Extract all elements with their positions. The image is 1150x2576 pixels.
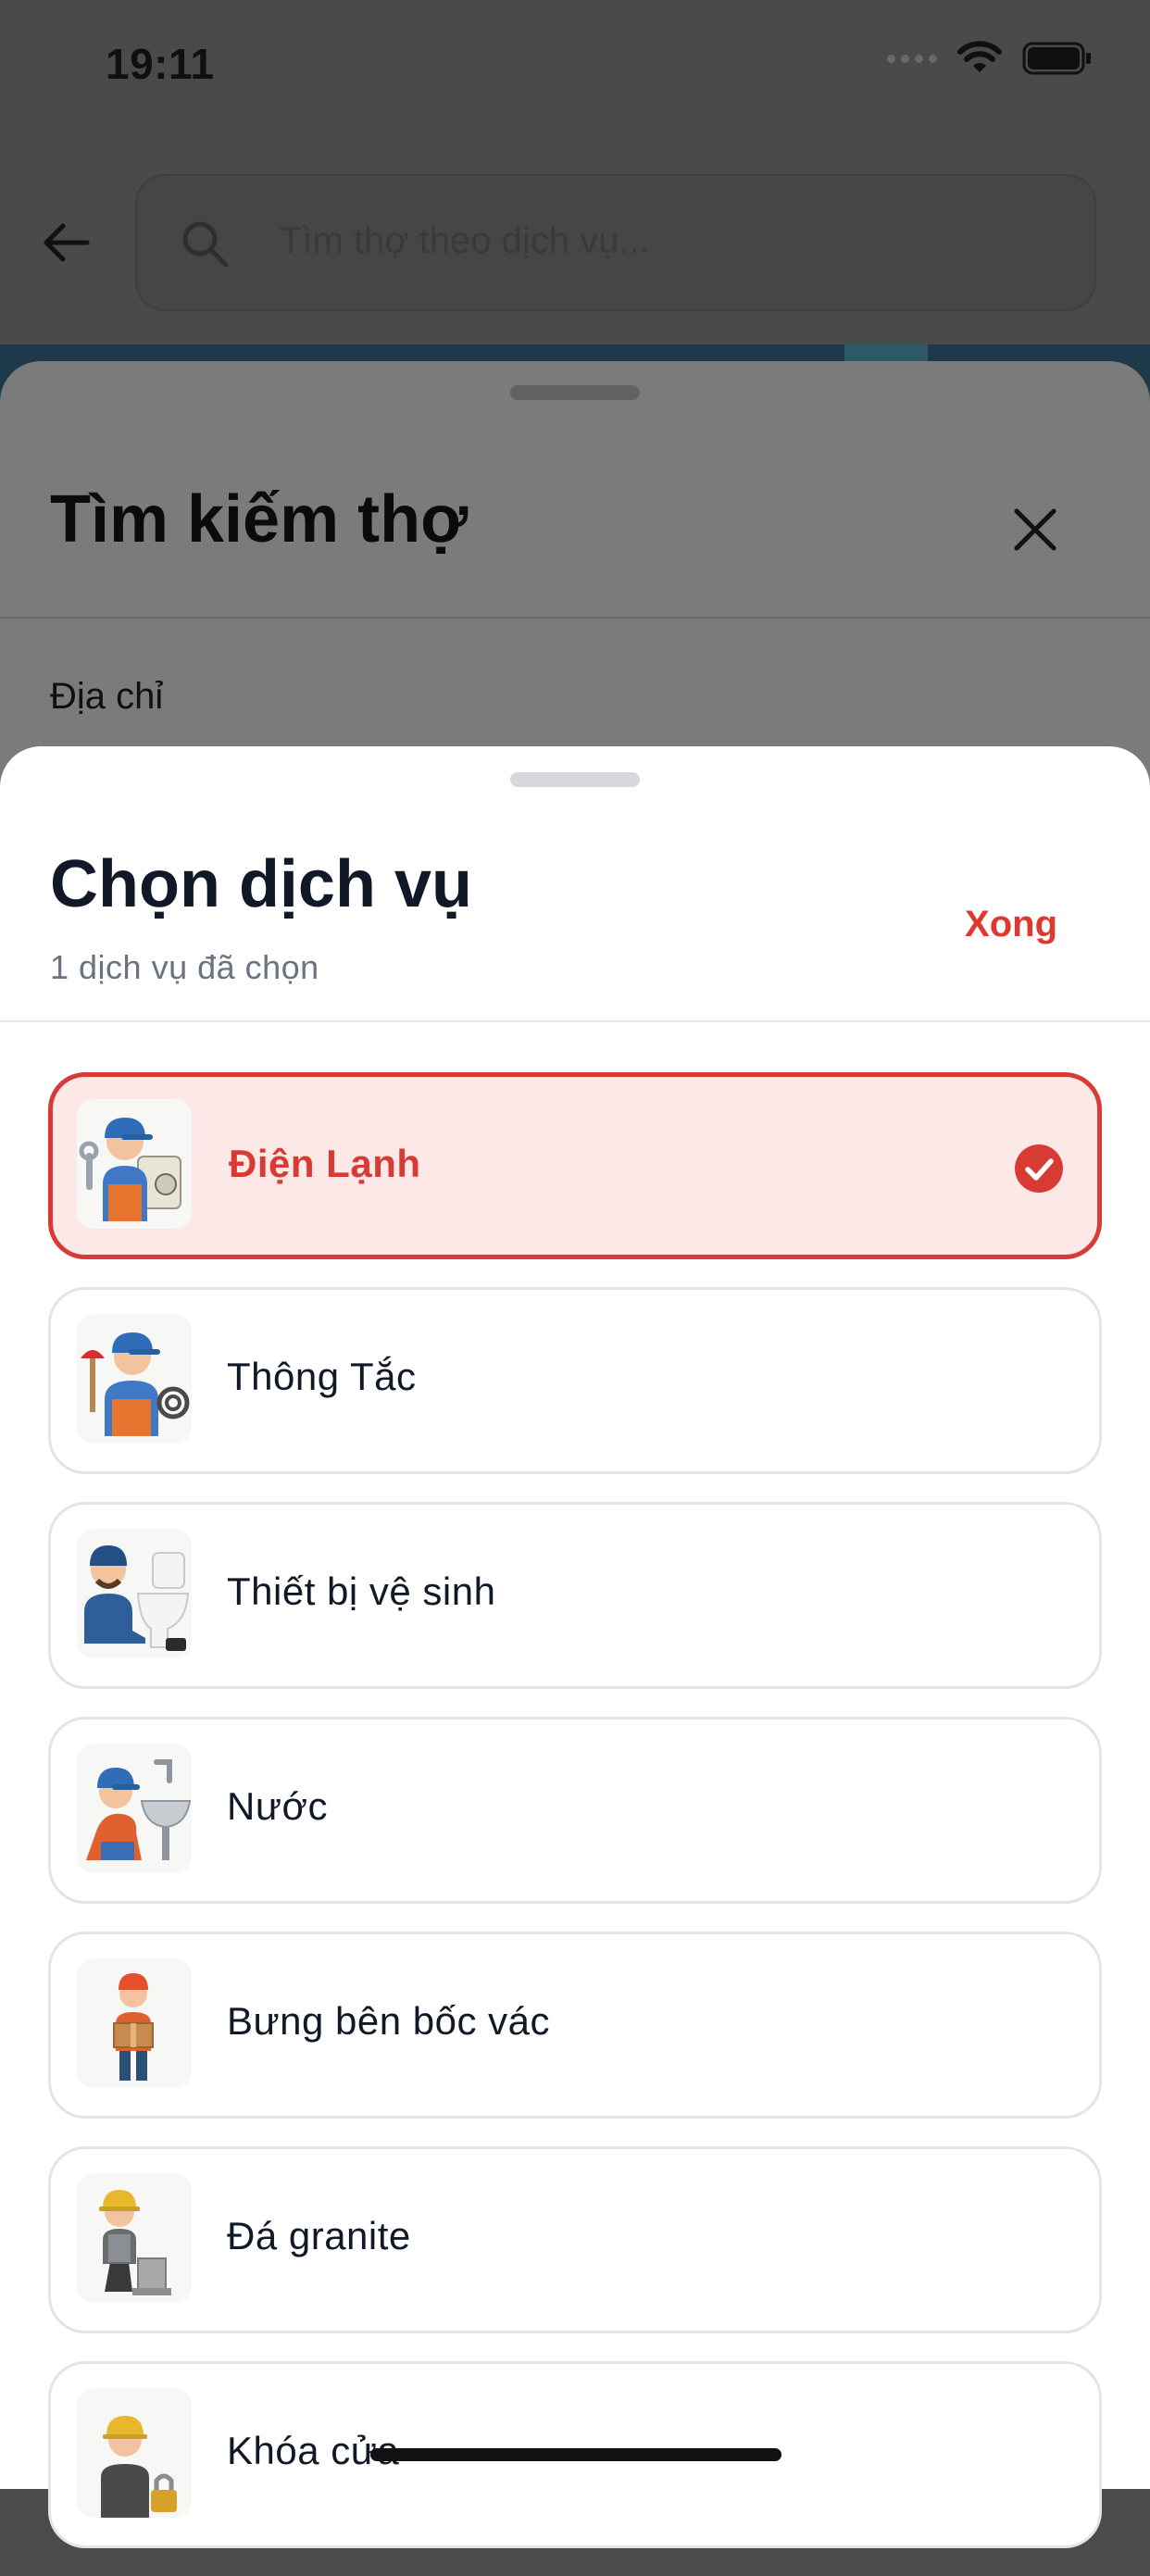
signal-dots-icon (887, 54, 937, 63)
plumber-plunger-icon (77, 1314, 192, 1444)
service-label: Nước (227, 1784, 328, 1828)
service-item-bung-ben-boc-vac[interactable]: Bưng bên bốc vác (48, 1932, 1102, 2119)
sheet-title: Chọn dịch vụ (50, 847, 472, 921)
selected-count: 1 dịch vụ đã chọn (50, 948, 319, 986)
service-item-da-granite[interactable]: Đá granite (48, 2146, 1102, 2333)
service-item-dien-lanh[interactable]: Điện Lạnh (48, 1072, 1102, 1259)
service-label: Thiết bị vệ sinh (227, 1569, 496, 1613)
service-item-thiet-bi-ve-sinh[interactable]: Thiết bị vệ sinh (48, 1502, 1102, 1689)
status-time: 19:11 (106, 40, 215, 88)
service-label: Bưng bên bốc vác (227, 1999, 551, 2043)
check-circle-icon (1015, 1144, 1063, 1193)
search-placeholder: Tìm thợ theo dịch vụ... (280, 220, 650, 261)
porter-box-icon (77, 1958, 192, 2088)
service-item-nuoc[interactable]: Nước (48, 1717, 1102, 1904)
sheet-title: Tìm kiếm thợ (50, 482, 469, 556)
address-label: Địa chỉ (50, 676, 164, 717)
back-arrow-icon[interactable] (41, 217, 93, 269)
sink-repair-icon (77, 1744, 192, 1873)
technician-ac-icon (77, 1099, 192, 1229)
battery-icon (1022, 42, 1091, 75)
sheet-divider (0, 617, 1150, 619)
sheet-divider (0, 1020, 1150, 1022)
wifi-icon (957, 41, 1002, 72)
search-icon (182, 221, 229, 268)
service-label: Đá granite (227, 2214, 411, 2257)
service-list: Điện Lạnh Thông Tắc Thiết bị vệ sinh Nướ… (48, 1072, 1102, 2576)
done-button[interactable]: Xong (965, 904, 1057, 945)
service-label: Điện Lạnh (229, 1142, 421, 1185)
background-search-row: Tìm thợ theo dịch vụ... (0, 170, 1150, 319)
sheet-handle (510, 385, 640, 400)
status-icons (887, 41, 1093, 76)
status-bar: 19:11 (0, 0, 1150, 120)
background-search-input[interactable]: Tìm thợ theo dịch vụ... (135, 174, 1096, 311)
close-icon[interactable] (1007, 502, 1063, 557)
home-indicator (370, 2448, 781, 2461)
locksmith-icon (77, 2388, 192, 2518)
toilet-repair-icon (77, 1529, 192, 1658)
stone-worker-icon (77, 2173, 192, 2303)
service-item-thong-tac[interactable]: Thông Tắc (48, 1287, 1102, 1474)
choose-service-sheet: Chọn dịch vụ 1 dịch vụ đã chọn Xong Điện (0, 746, 1150, 2548)
service-label: Thông Tắc (227, 1355, 417, 1398)
sheet-handle[interactable] (510, 772, 640, 787)
